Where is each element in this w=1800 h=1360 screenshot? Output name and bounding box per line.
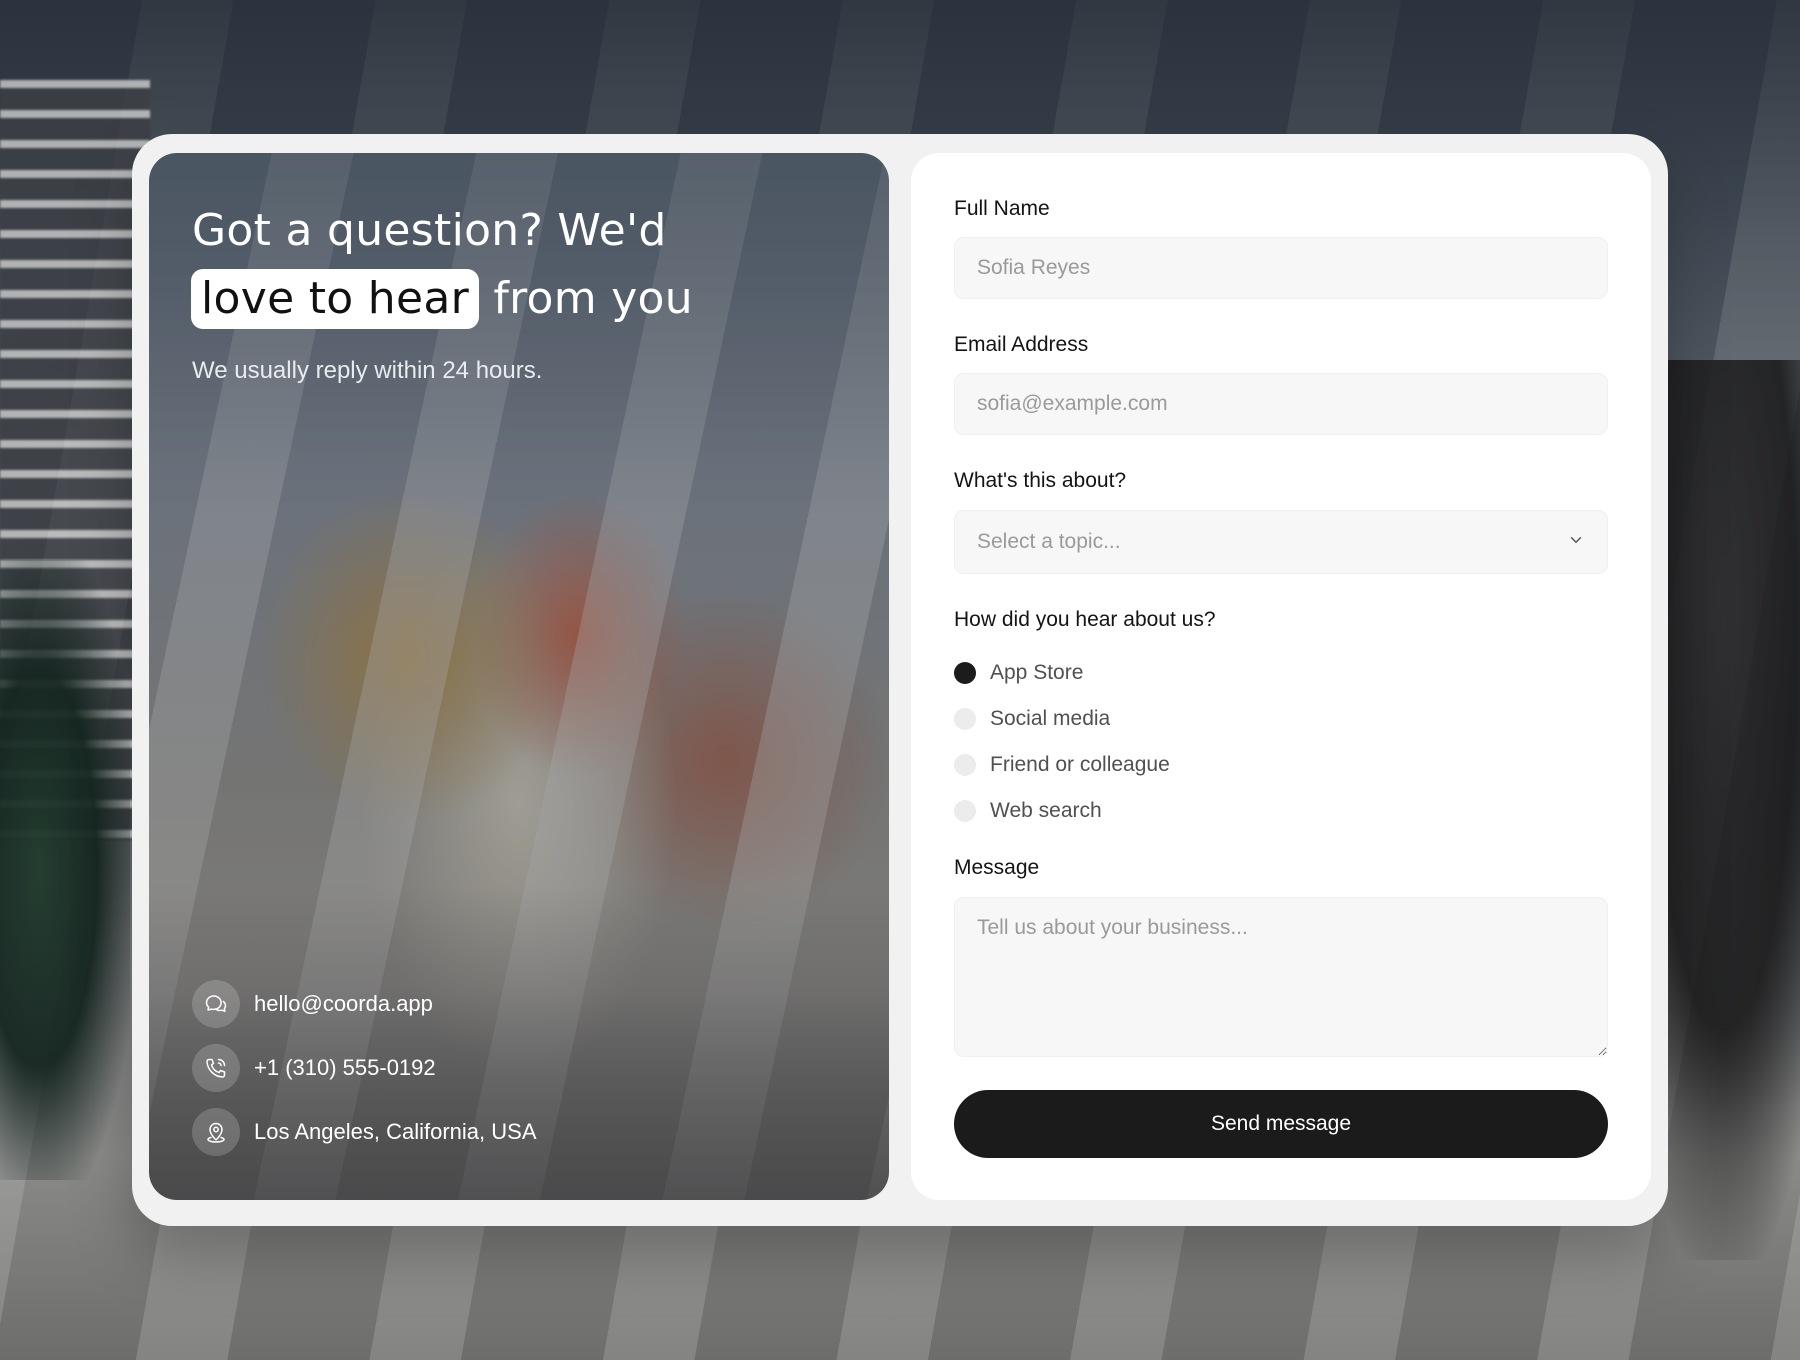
contact-phone-text[interactable]: +1 (310) 555-0192 — [254, 1055, 436, 1081]
full-name-label: Full Name — [954, 197, 1050, 220]
hero-subtitle: We usually reply within 24 hours. — [192, 357, 543, 384]
radio-button[interactable] — [954, 754, 976, 776]
message-textarea[interactable] — [954, 897, 1608, 1057]
email-input[interactable] — [954, 373, 1608, 435]
hero-heading: Got a question? We'd love to hear from y… — [191, 197, 852, 333]
contact-form: Full Name Email Address What's this abou… — [911, 153, 1651, 1200]
hero-heading-highlight: love to hear — [191, 269, 480, 329]
contact-email-text[interactable]: hello@coorda.app — [254, 991, 433, 1017]
hero-heading-rest: from you — [493, 273, 693, 324]
contact-email: hello@coorda.app — [192, 980, 792, 1028]
topic-label: What's this about? — [954, 469, 1127, 492]
send-message-button[interactable]: Send message — [954, 1090, 1608, 1158]
message-label: Message — [954, 856, 1040, 879]
hero-panel: Got a question? We'd love to hear from y… — [149, 153, 889, 1200]
referral-radio-group: App Store Social media Friend or colleag… — [954, 650, 1170, 834]
background-figure-left — [0, 560, 130, 1180]
contact-location: Los Angeles, California, USA — [192, 1108, 792, 1156]
chevron-down-icon — [1567, 531, 1585, 554]
chat-bubbles-icon — [192, 980, 240, 1028]
radio-option-friend[interactable]: Friend or colleague — [954, 742, 1170, 788]
radio-option-app-store[interactable]: App Store — [954, 650, 1170, 696]
radio-option-web-search[interactable]: Web search — [954, 788, 1170, 834]
contact-phone: +1 (310) 555-0192 — [192, 1044, 792, 1092]
referral-label: How did you hear about us? — [954, 608, 1216, 631]
contact-info-list: hello@coorda.app +1 (310) 555-0192 Los A… — [192, 980, 792, 1172]
topic-select-value: Select a topic... — [977, 530, 1121, 553]
location-pin-icon — [192, 1108, 240, 1156]
radio-label: Friend or colleague — [990, 753, 1170, 776]
full-name-input[interactable] — [954, 237, 1608, 299]
radio-label: App Store — [990, 661, 1084, 684]
contact-location-text: Los Angeles, California, USA — [254, 1119, 537, 1144]
radio-button[interactable] — [954, 708, 976, 730]
hero-heading-line1: Got a question? We'd — [192, 205, 667, 256]
radio-option-social-media[interactable]: Social media — [954, 696, 1170, 742]
radio-button[interactable] — [954, 800, 976, 822]
radio-label: Social media — [990, 707, 1111, 730]
radio-label: Web search — [990, 799, 1102, 822]
phone-icon — [192, 1044, 240, 1092]
radio-button-checked[interactable] — [954, 662, 976, 684]
topic-select[interactable]: Select a topic... — [954, 510, 1608, 574]
email-label: Email Address — [954, 333, 1089, 356]
